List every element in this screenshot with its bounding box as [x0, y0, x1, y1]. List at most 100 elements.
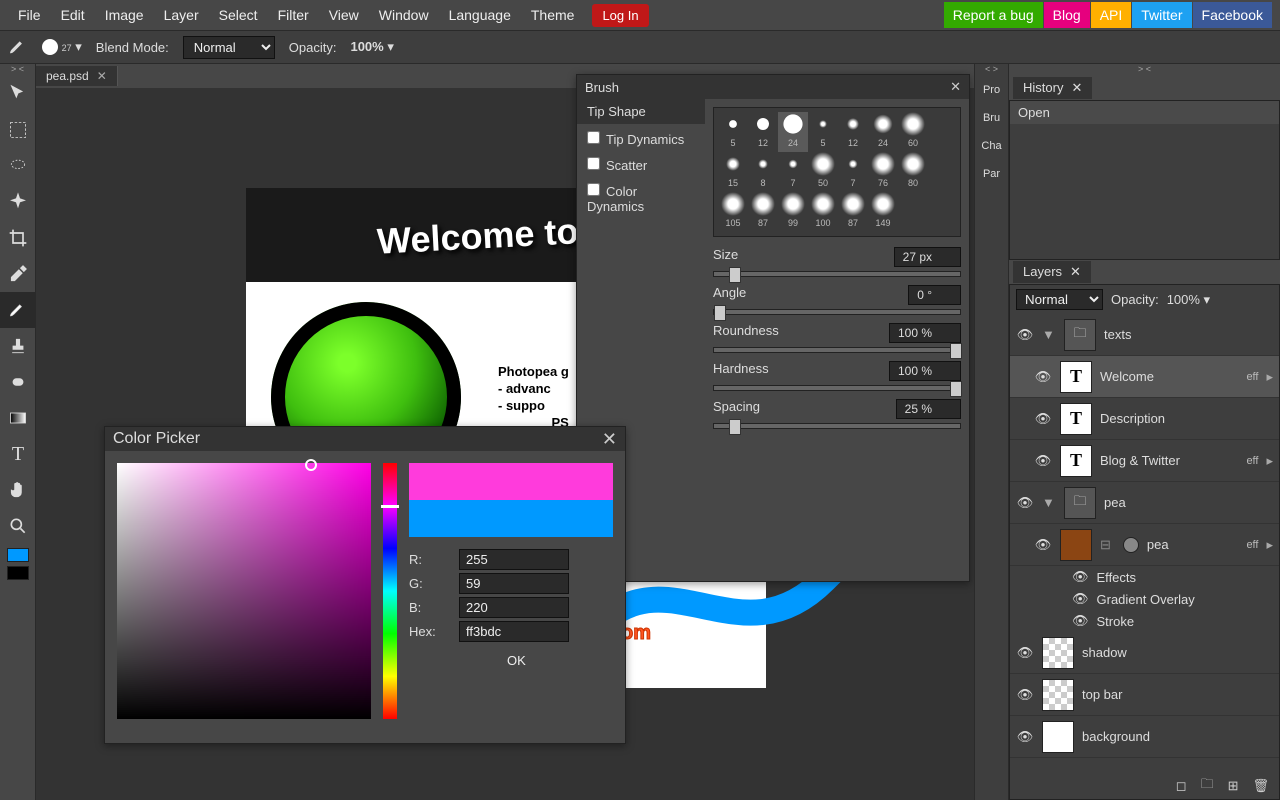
menu-filter[interactable]: Filter: [268, 2, 319, 28]
brush-tip[interactable]: 76: [868, 152, 898, 192]
menu-file[interactable]: File: [8, 2, 51, 28]
expand-icon[interactable]: < >: [975, 64, 1008, 76]
eyedropper-tool[interactable]: [0, 256, 36, 292]
brush-tip[interactable]: 12: [838, 112, 868, 152]
brush-tip[interactable]: 80: [898, 152, 928, 192]
layer-row[interactable]: 👁shadow: [1010, 632, 1279, 674]
visibility-icon[interactable]: 👁: [1016, 729, 1034, 745]
brush-panel-header[interactable]: Brush✕: [577, 75, 969, 99]
opacity-value[interactable]: 100% ▾: [350, 39, 393, 55]
b-input[interactable]: 220: [459, 597, 569, 618]
new-mask-icon[interactable]: ◻: [1176, 778, 1187, 794]
brush-tip[interactable]: 87: [748, 192, 778, 232]
ok-button[interactable]: OK: [493, 650, 613, 671]
brush-tip[interactable]: 100: [808, 192, 838, 232]
brush-tip[interactable]: 5: [718, 112, 748, 152]
visibility-icon[interactable]: 👁: [1016, 687, 1034, 703]
menu-window[interactable]: Window: [369, 2, 439, 28]
gradient-tool[interactable]: [0, 400, 36, 436]
delete-layer-icon[interactable]: 🗑: [1252, 778, 1269, 794]
move-tool[interactable]: [0, 76, 36, 112]
collapsed-tab[interactable]: Pro: [975, 76, 1008, 104]
brush-tip[interactable]: 5: [808, 112, 838, 152]
brush-tip[interactable]: 149: [868, 192, 898, 232]
collapsed-tab[interactable]: Cha: [975, 132, 1008, 160]
link-twitter[interactable]: Twitter: [1132, 2, 1191, 28]
visibility-icon[interactable]: 👁: [1016, 645, 1034, 661]
brush-tip[interactable]: 24: [778, 112, 808, 152]
layer-row[interactable]: 👁⊟peaeff▸: [1010, 524, 1279, 566]
layer-row[interactable]: 👁top bar: [1010, 674, 1279, 716]
menu-select[interactable]: Select: [209, 2, 268, 28]
visibility-icon[interactable]: 👁: [1034, 369, 1052, 385]
toolbar-collapse[interactable]: > <: [0, 64, 35, 76]
brush-tip[interactable]: 24: [868, 112, 898, 152]
layer-effect[interactable]: 👁Effects: [1010, 566, 1279, 588]
layer-effect[interactable]: 👁Stroke: [1010, 610, 1279, 632]
menu-image[interactable]: Image: [95, 2, 154, 28]
collapsed-tab[interactable]: Bru: [975, 104, 1008, 132]
brush-tip[interactable]: 105: [718, 192, 748, 232]
brush-tip[interactable]: 60: [898, 112, 928, 152]
wand-tool[interactable]: [0, 184, 36, 220]
lasso-tool[interactable]: [0, 148, 36, 184]
visibility-icon[interactable]: 👁: [1034, 453, 1052, 469]
brush-scatter[interactable]: Scatter: [587, 152, 695, 178]
close-icon[interactable]: ✕: [1071, 80, 1082, 96]
hue-cursor[interactable]: [381, 505, 399, 508]
layer-row[interactable]: 👁TWelcomeeff▸: [1010, 356, 1279, 398]
zoom-tool[interactable]: [0, 508, 36, 544]
close-icon[interactable]: ✕: [950, 79, 961, 95]
brush-tip[interactable]: 50: [808, 152, 838, 192]
angle-value[interactable]: 0 °: [908, 285, 961, 305]
hard-value[interactable]: 100 %: [889, 361, 961, 381]
size-value[interactable]: 27 px: [894, 247, 961, 267]
history-item[interactable]: Open: [1010, 101, 1279, 124]
layer-row[interactable]: 👁TBlog & Twittereff▸: [1010, 440, 1279, 482]
hard-slider[interactable]: [713, 385, 961, 391]
link-report-bug[interactable]: Report a bug: [944, 2, 1043, 28]
hex-input[interactable]: ff3bdc: [459, 621, 569, 642]
collapse-icon[interactable]: > <: [1009, 64, 1280, 76]
eraser-tool[interactable]: [0, 364, 36, 400]
brush-tip[interactable]: 12: [748, 112, 778, 152]
new-color[interactable]: [409, 463, 613, 500]
brush-tip[interactable]: 8: [748, 152, 778, 192]
document-tab[interactable]: pea.psd✕: [36, 66, 118, 86]
collapsed-tab[interactable]: Par: [975, 160, 1008, 188]
brush-tip[interactable]: 15: [718, 152, 748, 192]
round-slider[interactable]: [713, 347, 961, 353]
spacing-value[interactable]: 25 %: [896, 399, 961, 419]
size-slider[interactable]: [713, 271, 961, 277]
link-blog[interactable]: Blog: [1044, 2, 1090, 28]
menu-layer[interactable]: Layer: [154, 2, 209, 28]
new-folder-icon[interactable]: 🗀: [1201, 775, 1214, 797]
marquee-tool[interactable]: [0, 112, 36, 148]
visibility-icon[interactable]: 👁: [1016, 495, 1034, 511]
visibility-icon[interactable]: 👁: [1034, 537, 1052, 553]
close-tab-icon[interactable]: ✕: [97, 69, 107, 83]
text-tool[interactable]: T: [0, 436, 36, 472]
menu-view[interactable]: View: [319, 2, 369, 28]
layer-row[interactable]: 👁background: [1010, 716, 1279, 758]
brush-tip-grid[interactable]: 51224512246015875077680105879910087149: [713, 107, 961, 237]
g-input[interactable]: 59: [459, 573, 569, 594]
background-color[interactable]: [7, 566, 29, 580]
brush-preview[interactable]: 27 ▾: [42, 39, 82, 56]
layers-tab[interactable]: Layers✕: [1013, 261, 1091, 283]
close-icon[interactable]: ✕: [1070, 264, 1081, 280]
color-picker-header[interactable]: Color Picker✕: [105, 427, 625, 451]
visibility-icon[interactable]: 👁: [1016, 327, 1034, 343]
layer-opacity[interactable]: 100% ▾: [1167, 292, 1210, 308]
history-tab[interactable]: History✕: [1013, 77, 1092, 99]
login-button[interactable]: Log In: [592, 4, 648, 27]
angle-slider[interactable]: [713, 309, 961, 315]
visibility-icon[interactable]: 👁: [1034, 411, 1052, 427]
brush-tip[interactable]: 99: [778, 192, 808, 232]
brush-tip[interactable]: 7: [778, 152, 808, 192]
menu-language[interactable]: Language: [439, 2, 521, 28]
layer-effect[interactable]: 👁Gradient Overlay: [1010, 588, 1279, 610]
r-input[interactable]: 255: [459, 549, 569, 570]
menu-theme[interactable]: Theme: [521, 2, 585, 28]
saturation-value-box[interactable]: [117, 463, 371, 719]
